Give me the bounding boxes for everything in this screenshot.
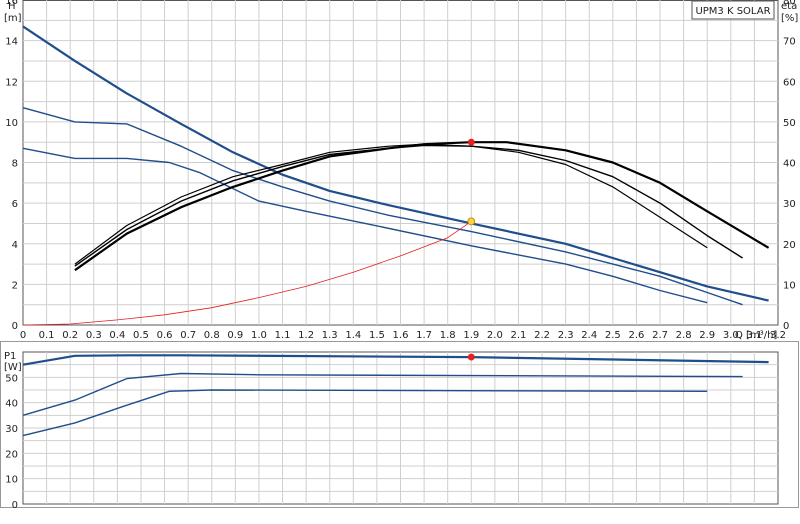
head-curve [22,107,743,306]
head-curve [22,25,769,302]
h-axis-tick-label: 12 [5,77,18,88]
x-tick-label: 1.3 [322,330,338,341]
p1-axis-tick-label: 10 [5,475,18,486]
x-tick-label: 0.8 [204,330,220,341]
x-tick-label: 2.0 [487,330,503,341]
x-tick-label: 0.3 [86,330,102,341]
h-axis-unit: [m] [4,13,22,24]
eta-axis-tick-label: 30 [783,199,796,210]
x-tick-label: 0.7 [180,330,196,341]
p1-axis-tick-label: 40 [5,399,18,410]
x-tick-label: 1.4 [345,330,361,341]
eta-axis-tick-label: 70 [783,37,796,48]
x-tick-label: 0 [20,330,26,341]
x-tick-label: 2.8 [676,330,692,341]
p1-axis-label: P1 [4,351,16,362]
power-curve [22,372,743,416]
head-curve [22,147,708,304]
x-tick-label: 0.5 [133,330,149,341]
x-tick-label: 0.6 [157,330,173,341]
h-axis-tick-label: 4 [12,240,18,251]
chart-title: UPM3 K SOLAR [695,6,770,17]
x-tick-label: 0.2 [62,330,78,341]
x-tick-label: 2.7 [652,330,668,341]
power-curve [22,354,769,366]
eta-axis-tick-label: 20 [783,240,796,251]
power-duty-point [467,353,475,361]
eta-axis-tick-label: 50 [783,118,796,129]
x-tick-label: 0.4 [109,330,125,341]
x-tick-label: 2.3 [558,330,574,341]
x-tick-label: 2.2 [534,330,550,341]
eta-axis-tick-label: 0 [783,321,789,332]
eta-axis-tick-label: 10 [783,280,796,291]
x-tick-label: 1.2 [298,330,314,341]
x-tick-label: 1.5 [369,330,385,341]
head-duty-point [467,217,476,226]
h-axis-tick-label: 6 [12,199,18,210]
system-curve [22,221,472,326]
p1-axis-tick-label: 30 [5,424,18,435]
x-tick-label: 2.4 [581,330,597,341]
eta-axis-tick-label: 60 [783,77,796,88]
h-axis-tick-label: 10 [5,118,18,129]
x-tick-label: 1.8 [440,330,456,341]
eta-axis-label: eta [781,1,797,12]
h-axis-tick-label: 0 [12,321,18,332]
h-axis-tick-label: 8 [12,159,18,170]
pump-curve-svg: 0 0.1 0.2 0.3 0.4 0.5 0.6 0.7 0.8 0.9 1.0 1.1 1.2 1.3… [0,0,799,511]
h-axis-label: H [8,1,16,12]
power-curve [22,389,708,437]
x-tick-label: 2.6 [628,330,644,341]
p1-axis-tick-label: 20 [5,449,18,460]
p1-axis-tick-label: 50 [5,373,18,384]
p1-axis-tick-label: 0 [12,500,18,511]
h-axis-tick-label: 2 [12,280,18,291]
x-tick-label: 1.9 [463,330,479,341]
p1-axis-unit: [W] [4,362,22,373]
x-tick-label: 2.9 [699,330,715,341]
h-axis-tick-label: 14 [5,37,18,48]
x-tick-label: 0.1 [39,330,55,341]
x-tick-label: 1.1 [275,330,291,341]
x-tick-label: 2.5 [605,330,621,341]
q-axis-label: Q [m³/h] [735,330,777,341]
pump-curve-chart: 0 0.1 0.2 0.3 0.4 0.5 0.6 0.7 0.8 0.9 1.0 1.1 1.2 1.3… [0,0,800,520]
eta-axis-unit: [%] [781,13,798,24]
x-tick-label: 0.9 [227,330,243,341]
efficiency-duty-point [467,138,475,146]
x-tick-label: 1.7 [416,330,432,341]
x-tick-label: 1.0 [251,330,267,341]
x-tick-label: 1.6 [393,330,409,341]
x-tick-label: 2.1 [511,330,527,341]
eta-axis-tick-label: 40 [783,159,796,170]
bottom-panel-border [0,341,799,508]
